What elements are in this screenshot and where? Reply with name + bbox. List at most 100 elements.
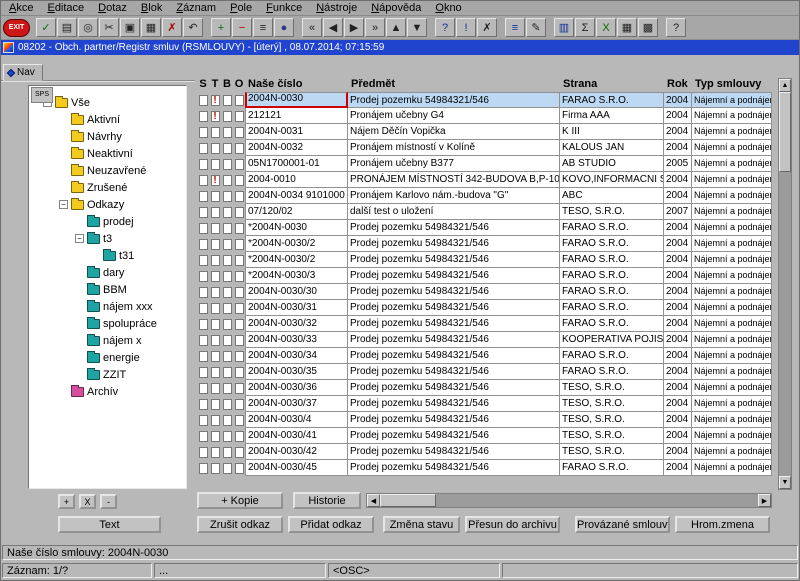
flag-cell-s[interactable] <box>197 236 209 252</box>
cell-typ[interactable]: Nájemní a podnájemn <box>692 236 772 252</box>
table-row[interactable]: 2004N-0030/4 Prodej pozemku 54984321/546 T… <box>197 412 772 428</box>
button-pridat-odkaz[interactable]: Přidat odkaz <box>288 516 374 533</box>
flag-cell-b[interactable] <box>221 220 233 236</box>
flag-cell-t[interactable] <box>209 332 221 348</box>
cell-typ[interactable]: Nájemní a podnájemn <box>692 364 772 380</box>
menu-item-blok[interactable]: Blok <box>134 1 169 15</box>
tree-item-najem-x[interactable]: nájem x <box>29 332 186 349</box>
cell-typ[interactable]: Nájemní a podnájemn <box>692 108 772 124</box>
cell-typ[interactable]: Nájemní a podnájemn <box>692 380 772 396</box>
cell-rok[interactable]: 2004 <box>664 380 692 396</box>
table-row[interactable]: 2004N-0030/37 Prodej pozemku 54984321/546… <box>197 396 772 412</box>
flag-cell-t[interactable] <box>209 412 221 428</box>
cell-predmet[interactable]: Prodej pozemku 54984321/546 <box>348 284 560 300</box>
cell-rok[interactable]: 2004 <box>664 396 692 412</box>
table-row[interactable]: 2004N-0034 9101000 Pronájem Karlovo nám.-… <box>197 188 772 204</box>
flag-cell-t[interactable] <box>209 396 221 412</box>
help-icon[interactable]: ? <box>666 18 686 37</box>
cell-strana[interactable]: FARAO S.R.O. <box>560 220 664 236</box>
cell-cislo[interactable]: 2004N-0030/30 <box>245 284 348 300</box>
flag-cell-o[interactable] <box>233 204 245 220</box>
flag-cell-o[interactable] <box>233 348 245 364</box>
menu-item-akce[interactable]: Akce <box>2 1 40 15</box>
cell-predmet[interactable]: Prodej pozemku 54984321/546 <box>348 396 560 412</box>
cell-rok[interactable]: 2004 <box>664 348 692 364</box>
copy-icon[interactable]: ▣ <box>120 18 140 37</box>
tree-button-x[interactable]: X <box>79 494 96 509</box>
cell-cislo[interactable]: 2004N-0030/41 <box>245 428 348 444</box>
cell-typ[interactable]: Nájemní a podnájemn <box>692 332 772 348</box>
cell-typ[interactable]: Nájemní a podnájemn <box>692 204 772 220</box>
cell-predmet[interactable]: další test o uložení <box>348 204 560 220</box>
table-row[interactable]: 2004N-0030/36 Prodej pozemku 54984321/546… <box>197 380 772 396</box>
print-icon[interactable]: ▤ <box>57 18 77 37</box>
flag-cell-o[interactable] <box>233 332 245 348</box>
cell-cislo[interactable]: *2004N-0030/2 <box>245 236 348 252</box>
flag-cell-t[interactable] <box>209 268 221 284</box>
flag-cell-s[interactable] <box>197 444 209 460</box>
cell-strana[interactable]: K III <box>560 124 664 140</box>
flag-cell-o[interactable] <box>233 380 245 396</box>
flag-cell-b[interactable] <box>221 92 233 108</box>
cell-rok[interactable]: 2007 <box>664 204 692 220</box>
flag-cell-t[interactable] <box>209 300 221 316</box>
flag-cell-o[interactable] <box>233 252 245 268</box>
cell-rok[interactable]: 2004 <box>664 316 692 332</box>
flag-cell-b[interactable] <box>221 284 233 300</box>
table-row[interactable]: ! 2004N-0030 Prodej pozemku 54984321/546 FA… <box>197 92 772 108</box>
flag-cell-t[interactable] <box>209 140 221 156</box>
flag-cell-b[interactable] <box>221 204 233 220</box>
cell-cislo[interactable]: 07/120/02 <box>245 204 348 220</box>
cell-typ[interactable]: Nájemní a podnájemn <box>692 188 772 204</box>
button-hrom-zmena[interactable]: Hrom.zmena <box>675 516 770 533</box>
cell-strana[interactable]: FARAO S.R.O. <box>560 236 664 252</box>
cell-predmet[interactable]: Prodej pozemku 54984321/546 <box>348 236 560 252</box>
flag-cell-b[interactable] <box>221 108 233 124</box>
table-row[interactable]: 07/120/02 další test o uložení TESO, S.R.O… <box>197 204 772 220</box>
cell-cislo[interactable]: 2004N-0030/33 <box>245 332 348 348</box>
cell-predmet[interactable]: Prodej pozemku 54984321/546 <box>348 380 560 396</box>
cell-predmet[interactable]: Pronájem učebny G4 <box>348 108 560 124</box>
flag-cell-t[interactable] <box>209 364 221 380</box>
table-row[interactable]: 2004N-0030/45 Prodej pozemku 54984321/546… <box>197 460 772 476</box>
flag-cell-s[interactable] <box>197 316 209 332</box>
scroll-left-button[interactable]: ◀ <box>367 494 380 507</box>
flag-cell-s[interactable] <box>197 412 209 428</box>
flag-cell-b[interactable] <box>221 332 233 348</box>
menu-item-zaznam[interactable]: Záznam <box>169 1 223 15</box>
calculator-icon[interactable]: ▩ <box>638 18 658 37</box>
edit-icon[interactable]: ✎ <box>526 18 546 37</box>
flag-cell-t[interactable] <box>209 460 221 476</box>
cell-strana[interactable]: FARAO S.R.O. <box>560 460 664 476</box>
cell-predmet[interactable]: Prodej pozemku 54984321/546 <box>348 220 560 236</box>
flag-cell-s[interactable] <box>197 252 209 268</box>
flag-cell-b[interactable] <box>221 300 233 316</box>
tree-item-dary[interactable]: dary <box>29 264 186 281</box>
cell-strana[interactable]: KOOPERATIVA POJISTO <box>560 332 664 348</box>
horizontal-scroll-thumb[interactable] <box>380 494 436 507</box>
flag-cell-s[interactable] <box>197 396 209 412</box>
cell-cislo[interactable]: 2004N-0031 <box>245 124 348 140</box>
cell-strana[interactable]: FARAO S.R.O. <box>560 284 664 300</box>
cell-cislo[interactable]: *2004N-0030 <box>245 220 348 236</box>
flag-cell-t[interactable]: ! <box>209 92 221 108</box>
flag-cell-b[interactable] <box>221 236 233 252</box>
duplicate-record-icon[interactable]: ≡ <box>253 18 273 37</box>
table-row[interactable]: 2004N-0030/42 Prodej pozemku 54984321/546… <box>197 444 772 460</box>
lock-record-icon[interactable]: ● <box>274 18 294 37</box>
cell-strana[interactable]: TESO, S.R.O. <box>560 204 664 220</box>
cell-predmet[interactable]: Pronájem učebny B377 <box>348 156 560 172</box>
cell-predmet[interactable]: PRONÁJEM MÍSTNOSTÍ 342-BUDOVA B,P-10 <box>348 172 560 188</box>
table-row[interactable]: *2004N-0030/2 Prodej pozemku 54984321/546… <box>197 252 772 268</box>
flag-cell-b[interactable] <box>221 428 233 444</box>
flag-cell-o[interactable] <box>233 396 245 412</box>
cut-icon[interactable]: ✂ <box>99 18 119 37</box>
tree-item-najem-xxx[interactable]: nájem xxx <box>29 298 186 315</box>
flag-cell-t[interactable] <box>209 380 221 396</box>
cell-cislo[interactable]: 2004N-0030/32 <box>245 316 348 332</box>
flag-cell-o[interactable] <box>233 460 245 476</box>
cell-typ[interactable]: Nájemní a podnájemn <box>692 124 772 140</box>
cell-predmet[interactable]: Prodej pozemku 54984321/546 <box>348 332 560 348</box>
table-row[interactable]: 2004N-0030/41 Prodej pozemku 54984321/546… <box>197 428 772 444</box>
cell-typ[interactable]: Nájemní a podnájemn <box>692 140 772 156</box>
